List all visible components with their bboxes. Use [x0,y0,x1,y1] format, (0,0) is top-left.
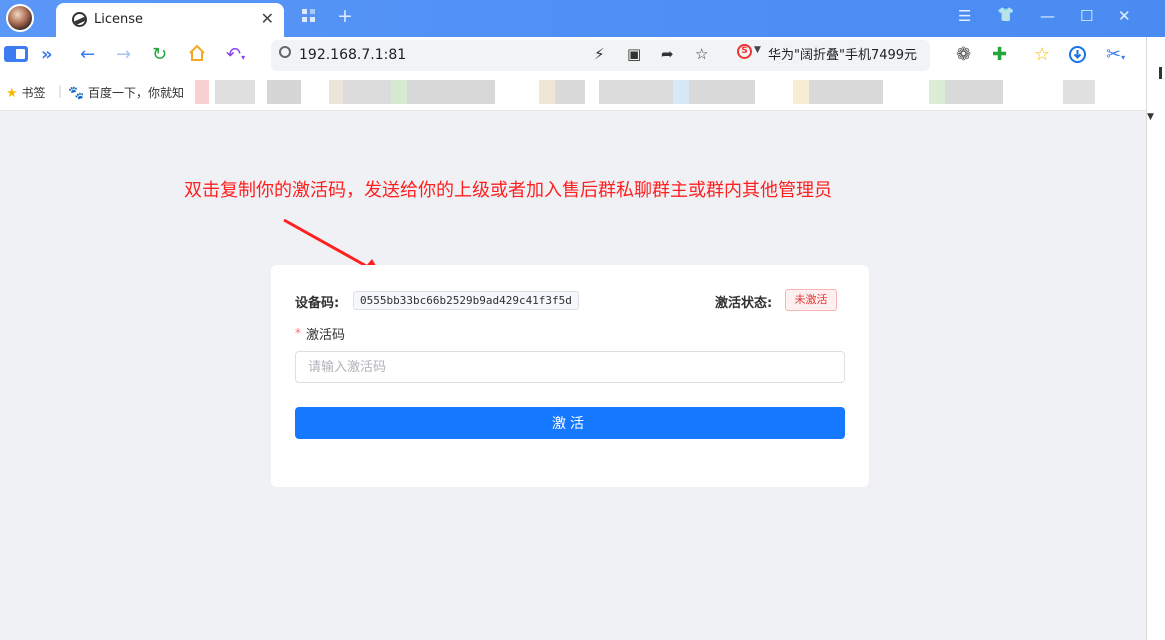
download-icon[interactable] [1069,46,1086,68]
bookmark-label: 百度一下，你就知 [88,86,185,100]
right-scrollbar[interactable] [1146,37,1165,640]
user-avatar[interactable] [6,4,34,32]
sogou-icon[interactable]: S [737,44,752,59]
new-tab-icon[interactable]: + [337,5,353,27]
extension-puzzle-icon[interactable]: ✚ [992,45,1007,65]
baidu-paw-icon: 🐾 [68,86,85,101]
close-tab-icon[interactable]: ✕ [261,9,274,28]
bookmarks-bar: ★ 书签 | 🐾 百度一下，你就知 [0,75,1146,111]
globe-icon [72,12,87,27]
search-engine-caret-icon[interactable]: ▼ [754,45,761,55]
favorites-star-icon[interactable]: ☆ [1034,45,1050,65]
activate-button[interactable]: 激活 [295,407,845,439]
bookmark-folder[interactable]: ★ 书签 [6,84,46,101]
search-suggestion-text[interactable]: 华为"阔折叠"手机7499元 [768,44,920,63]
chevron-down-icon[interactable]: ▼ [1147,112,1154,122]
home-icon[interactable] [188,44,206,67]
bookmark-label: 书签 [21,86,46,100]
search-engine-box[interactable]: S ▼ 华为"阔折叠"手机7499元 [732,41,922,65]
forward-icon[interactable]: → [116,45,131,65]
tab-license[interactable]: License ✕ [56,3,284,37]
menu-icon[interactable]: ☰ [958,7,971,25]
star-icon: ★ [6,86,18,101]
device-code-label: 设备码: [295,296,340,311]
reader-icon[interactable]: ▣ [627,45,641,63]
window-close-icon[interactable]: ✕ [1118,7,1131,25]
minimize-icon[interactable]: — [1040,7,1055,25]
undo-close-icon[interactable]: ↶▾ [226,45,245,68]
navigation-bar: » ← → ↻ ↶▾ 192.168.7.1:81 ⚡ ▣ ➦ ☆ S ▼ 华为… [0,37,1146,75]
blurred-bookmarks [195,80,1140,104]
bookmark-divider: | [58,84,63,98]
activation-code-input[interactable] [295,351,845,383]
skin-icon[interactable]: 👕 [997,7,1014,23]
required-mark: * [295,326,301,340]
instruction-annotation: 双击复制你的激活码，发送给你的上级或者加入售后群私聊群主或群内其他管理员 [184,180,832,201]
activation-code-label: 激活码 [306,328,346,343]
double-chevron-icon[interactable]: » [41,45,53,65]
scissors-icon[interactable]: ✂▾ [1106,45,1125,68]
lightning-icon[interactable]: ⚡ [594,45,605,63]
bookmark-baidu[interactable]: 🐾 百度一下，你就知 [68,84,184,101]
sidebar-toggle-icon[interactable] [4,46,28,67]
activation-status-label: 激活状态: [715,296,773,311]
address-text[interactable]: 192.168.7.1:81 [299,47,406,63]
status-badge: 未激活 [785,289,837,311]
license-card: 设备码: 0555bb33bc66b2529b9ad429c41f3f5d 激活… [271,265,869,487]
device-code-value[interactable]: 0555bb33bc66b2529b9ad429c41f3f5d [353,291,579,310]
back-icon[interactable]: ← [80,45,95,65]
bookmark-add-icon[interactable]: ☆ [695,45,708,63]
maximize-icon[interactable]: ☐ [1080,7,1093,25]
search-icon [279,46,291,58]
tab-title: License [94,12,144,27]
extension-palm-icon[interactable]: ❁ [956,45,971,65]
tab-strip: License ✕ + ☰ 👕 — ☐ ✕ [0,0,1165,37]
share-icon[interactable]: ➦ [661,45,674,63]
tab-grid-icon[interactable] [302,8,315,26]
right-edge-mark [1159,67,1162,79]
reload-icon[interactable]: ↻ [152,45,167,65]
